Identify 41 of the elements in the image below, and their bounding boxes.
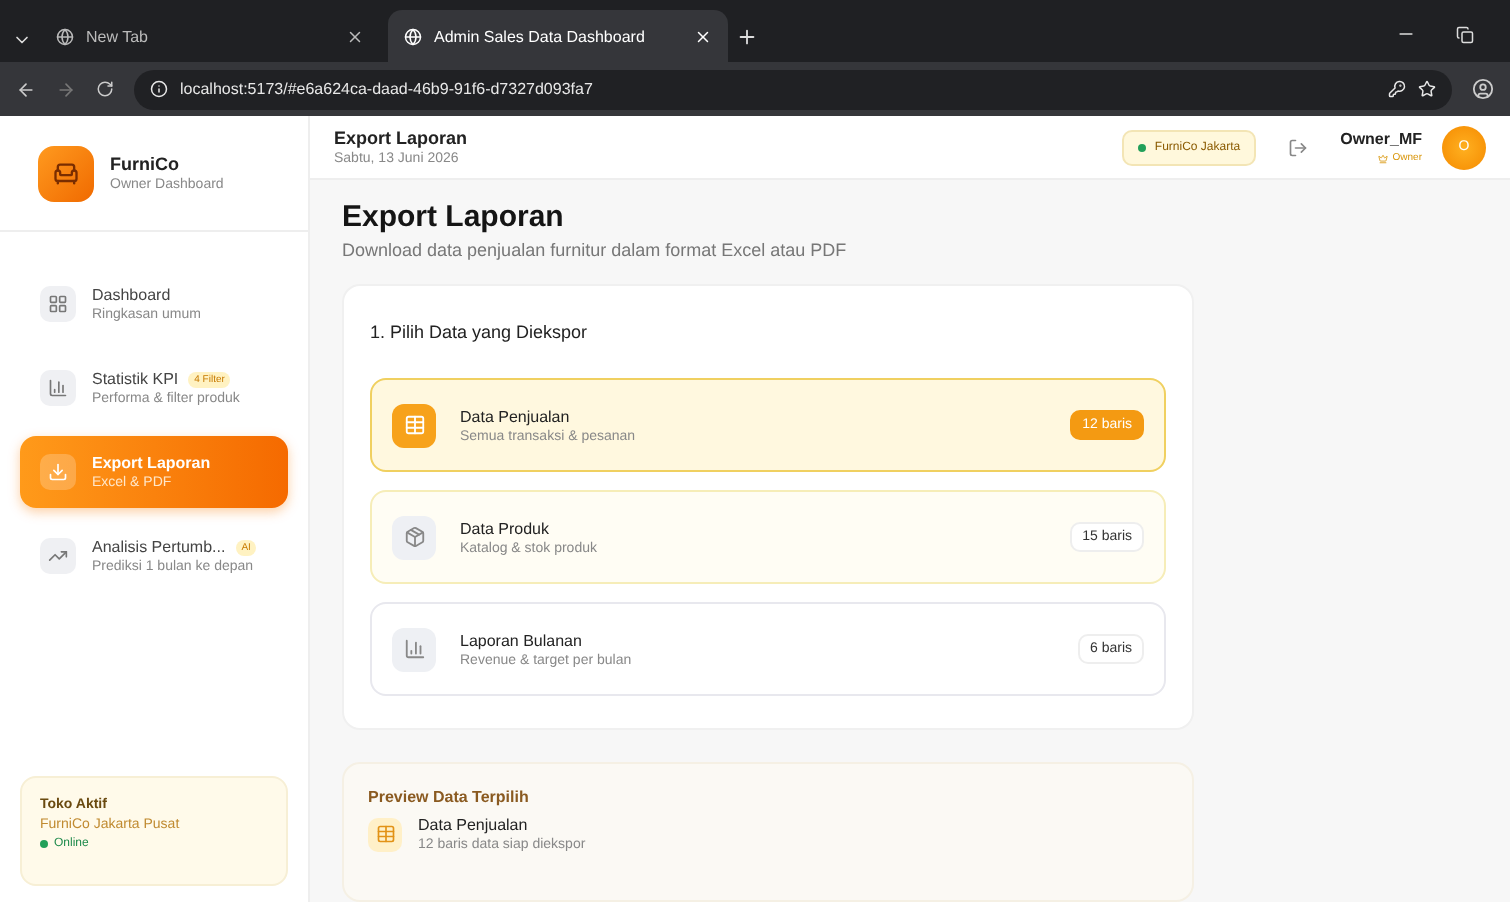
profile-icon[interactable]	[1472, 78, 1494, 100]
user-name: Owner_MF	[1340, 130, 1422, 148]
nav-title: Export Laporan	[92, 454, 211, 472]
package-icon	[392, 515, 436, 559]
address-bar[interactable]: localhost:5173/#e6a624ca-daad-46b9-91f6-d7327d093fa7	[134, 69, 1452, 109]
close-icon[interactable]	[346, 27, 364, 45]
bar-chart-icon	[392, 627, 436, 671]
trend-icon	[40, 538, 76, 574]
grid-icon	[40, 286, 76, 322]
option-title: Laporan Bulanan	[460, 631, 584, 649]
table-icon	[392, 403, 436, 447]
restore-icon[interactable]	[1456, 26, 1474, 44]
globe-icon	[56, 27, 74, 45]
nav-title: Statistik KPI	[92, 370, 179, 388]
header-title: Export Laporan	[334, 128, 468, 148]
bar-chart-icon	[40, 370, 76, 406]
section-title: 1. Pilih Data yang Diekspor	[370, 322, 590, 342]
page-subtitle: Download data penjualan furnitur dalam format Excel atau PDF	[342, 240, 849, 260]
preview-item-title: Data Penjualan	[418, 816, 530, 834]
nav-title: Dashboard	[92, 286, 171, 304]
info-icon	[150, 80, 168, 98]
page-title: Export Laporan	[342, 200, 566, 234]
key-icon[interactable]	[1388, 80, 1406, 98]
crown-icon	[1378, 153, 1389, 163]
preview-title: Preview Data Terpilih	[368, 788, 531, 806]
back-icon[interactable]	[16, 79, 36, 99]
reload-icon[interactable]	[96, 80, 114, 98]
forward-icon[interactable]	[56, 79, 76, 99]
chair-logo-icon	[38, 145, 94, 201]
table-icon	[368, 817, 402, 851]
new-tab-icon[interactable]	[736, 26, 758, 48]
option-title: Data Produk	[460, 519, 551, 537]
option-title: Data Penjualan	[460, 407, 572, 425]
star-icon[interactable]	[1418, 80, 1436, 98]
globe-icon	[404, 27, 422, 45]
browser-tab[interactable]: Admin Sales Data Dashboard	[388, 10, 728, 62]
logout-icon[interactable]	[1288, 137, 1309, 157]
download-icon	[40, 454, 76, 490]
brand-name: FurniCo	[110, 154, 181, 174]
browser-tab[interactable]: New Tab	[40, 10, 380, 62]
nav-title: Analisis Pertumb...	[92, 538, 226, 556]
